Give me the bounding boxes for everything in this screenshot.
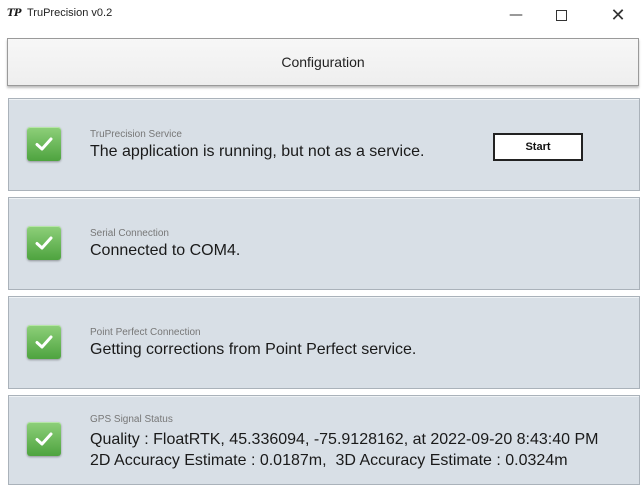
start-button[interactable]: Start	[493, 133, 583, 161]
check-icon	[27, 226, 61, 260]
point-perfect-message: Getting corrections from Point Perfect s…	[90, 341, 417, 358]
start-button-label: Start	[525, 141, 551, 153]
service-message: The application is running, but not as a…	[90, 143, 425, 160]
maximize-button[interactable]	[541, 0, 581, 30]
serial-connection-panel: Serial Connection Connected to COM4.	[8, 197, 640, 290]
point-perfect-panel: Point Perfect Connection Getting correct…	[8, 296, 640, 389]
close-icon: ✕	[610, 4, 626, 26]
gps-status-panel: GPS Signal Status Quality : FloatRTK, 45…	[8, 395, 640, 485]
configuration-label: Configuration	[281, 54, 365, 70]
gps-quality-line: Quality : FloatRTK, 45.336094, -75.91281…	[90, 431, 599, 448]
minimize-button[interactable]: —	[496, 0, 536, 30]
maximize-icon	[555, 9, 567, 21]
check-icon	[27, 422, 61, 456]
serial-label: Serial Connection	[90, 228, 169, 239]
gps-accuracy-line: 2D Accuracy Estimate : 0.0187m, 3D Accur…	[90, 452, 568, 469]
point-perfect-label: Point Perfect Connection	[90, 327, 201, 338]
minimize-icon: —	[509, 7, 523, 23]
service-label: TruPrecision Service	[90, 129, 182, 140]
serial-message: Connected to COM4.	[90, 242, 241, 259]
check-icon	[27, 127, 61, 161]
check-icon	[27, 325, 61, 359]
gps-label: GPS Signal Status	[90, 414, 173, 425]
configuration-button[interactable]: Configuration	[7, 38, 639, 86]
title-bar: TP TruPrecision v0.2 — ✕	[0, 0, 644, 30]
window-title: TruPrecision v0.2	[27, 7, 113, 19]
service-status-panel: TruPrecision Service The application is …	[8, 98, 640, 191]
close-button[interactable]: ✕	[598, 0, 638, 30]
app-logo-icon: TP	[7, 8, 21, 19]
gps-message: Quality : FloatRTK, 45.336094, -75.91281…	[90, 429, 598, 471]
